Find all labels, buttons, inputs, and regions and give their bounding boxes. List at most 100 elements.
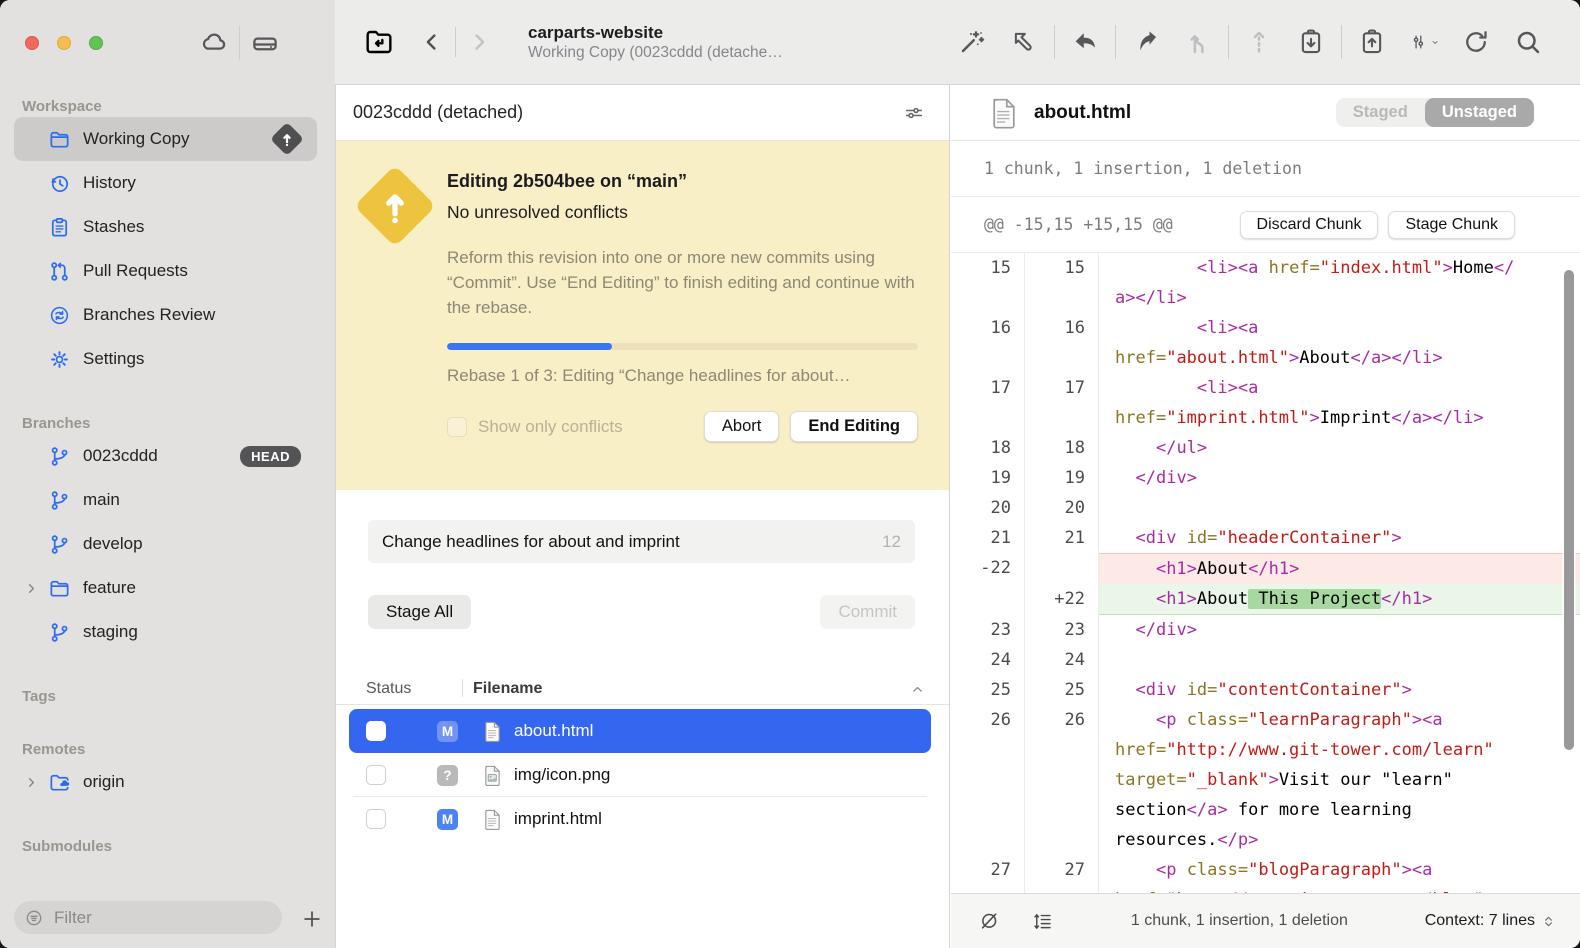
review-icon	[48, 304, 71, 327]
new-line-number: +22	[1025, 584, 1099, 615]
branch-icon	[48, 621, 71, 644]
refresh-button[interactable]	[1461, 27, 1491, 57]
forward-button[interactable]	[466, 29, 492, 55]
titlebar-sidebar-zone	[0, 0, 335, 85]
sidebar-item-staging[interactable]: staging	[14, 610, 317, 654]
pull-button[interactable]	[1070, 27, 1100, 57]
new-line-number: 16	[1025, 313, 1099, 373]
old-line-number: 26	[951, 705, 1025, 855]
section-title-workspace: Workspace	[0, 97, 335, 117]
status-badge: ?	[437, 765, 458, 786]
rebase-description: Reform this revision into one or more ne…	[447, 245, 919, 320]
stage-checkbox[interactable]	[366, 721, 386, 741]
collapse-chevron-icon[interactable]	[910, 682, 925, 697]
sidebar-item-history[interactable]: History	[14, 161, 317, 205]
add-button[interactable]	[301, 908, 323, 930]
minimize-window-button[interactable]	[57, 36, 71, 50]
head-badge: HEAD	[240, 446, 301, 467]
image-file-icon	[483, 764, 502, 787]
new-line-number: 20	[1025, 493, 1099, 523]
titlebar-main: carparts-website Working Copy (0023cddd …	[335, 0, 1580, 85]
status-badge: M	[437, 809, 458, 830]
repo-subtitle: Working Copy (0023cddd (detache…	[528, 43, 783, 62]
scrollbar-thumb[interactable]	[1564, 270, 1574, 750]
line-spacing-icon[interactable]	[1031, 910, 1054, 933]
filename-column-header[interactable]: Filename	[473, 680, 542, 698]
code-cell: <p class="blogParagraph"><a href="http:/…	[1099, 855, 1580, 893]
view-options-icon[interactable]	[903, 102, 925, 124]
sidebar-item-label: Working Copy	[83, 129, 189, 149]
open-repository-icon[interactable]	[363, 26, 395, 58]
stash-button[interactable]	[1296, 27, 1326, 57]
tab-staged[interactable]: Staged	[1336, 98, 1425, 127]
context-stepper[interactable]: Context: 7 lines	[1425, 912, 1556, 930]
sidebar-item-label: staging	[83, 622, 138, 642]
sidebar-item-label: feature	[83, 578, 136, 598]
filter-input[interactable]	[52, 907, 252, 929]
apply-stash-button[interactable]	[1357, 27, 1387, 57]
search-button[interactable]	[1513, 27, 1543, 57]
sidebar-item-develop[interactable]: develop	[14, 522, 317, 566]
sidebar-item-0023cddd[interactable]: 0023cddd HEAD	[14, 434, 317, 478]
sidebar-item-label: 0023cddd	[83, 446, 158, 466]
sidebar-item-label: Stashes	[83, 217, 144, 237]
traffic-lights	[25, 36, 103, 50]
abort-button[interactable]: Abort	[704, 411, 779, 442]
status-column-header[interactable]: Status	[336, 680, 411, 698]
branch-icon	[48, 445, 71, 468]
stage-all-button[interactable]: Stage All	[368, 595, 471, 629]
sidebar-item-branches-review[interactable]: Branches Review	[14, 293, 317, 337]
new-line-number	[1025, 553, 1099, 584]
sidebar-item-pull-requests[interactable]: Pull Requests	[14, 249, 317, 293]
view-options-button[interactable]	[1409, 27, 1439, 57]
local-repositories-icon[interactable]	[250, 28, 280, 58]
file-icon	[990, 96, 1018, 130]
diff-line-context: 1717 <li><a href="imprint.html">Imprint<…	[951, 373, 1580, 433]
repo-name: carparts-website	[528, 22, 783, 43]
stage-chunk-button[interactable]: Stage Chunk	[1388, 211, 1515, 239]
file-row-imprint-html[interactable]: Mimprint.html	[349, 797, 931, 841]
code-cell: <h1>About</h1>	[1099, 553, 1580, 584]
sidebar-item-feature[interactable]: feature	[14, 566, 317, 610]
show-only-conflicts-label: Show only conflicts	[478, 417, 623, 437]
cloud-services-icon[interactable]	[199, 28, 229, 58]
rebase-title: Editing 2b504bee on “main”	[447, 171, 925, 192]
commit-message-input[interactable]: Change headlines for about and imprint 1…	[368, 520, 915, 563]
quick-actions-button[interactable]	[957, 27, 987, 57]
stage-checkbox[interactable]	[366, 765, 386, 785]
rebase-button	[1244, 27, 1274, 57]
old-line-number	[951, 584, 1025, 615]
commit-button[interactable]: Commit	[820, 595, 915, 629]
show-only-conflicts-checkbox[interactable]	[447, 417, 467, 437]
new-line-number: 24	[1025, 645, 1099, 675]
sidebar-item-label: Branches Review	[83, 305, 215, 325]
sidebar-item-main[interactable]: main	[14, 478, 317, 522]
rebase-progress-fill	[447, 343, 612, 350]
old-line-number: 25	[951, 675, 1025, 705]
sidebar-item-stashes[interactable]: Stashes	[14, 205, 317, 249]
diff-line-context: 1919 </div>	[951, 463, 1580, 493]
push-button[interactable]	[1131, 27, 1161, 57]
diff-line-context: 1818 </ul>	[951, 433, 1580, 463]
back-button[interactable]	[419, 29, 445, 55]
disclosure-chevron-icon[interactable]	[24, 581, 39, 596]
sidebar-item-origin[interactable]: origin	[14, 760, 317, 804]
code-cell: <li><a href="imprint.html">Imprint</a></…	[1099, 373, 1580, 433]
stage-checkbox[interactable]	[366, 809, 386, 829]
file-row-about-html[interactable]: Mabout.html	[349, 709, 931, 753]
disclosure-chevron-icon[interactable]	[24, 775, 39, 790]
new-line-number: 17	[1025, 373, 1099, 433]
close-window-button[interactable]	[25, 36, 39, 50]
folder-icon	[48, 577, 71, 600]
end-editing-button[interactable]: End Editing	[790, 411, 918, 442]
slashed-circle-icon[interactable]	[978, 910, 1001, 933]
tab-unstaged[interactable]: Unstaged	[1425, 98, 1534, 127]
zoom-window-button[interactable]	[89, 36, 103, 50]
fetch-button[interactable]	[1009, 27, 1039, 57]
discard-chunk-button[interactable]: Discard Chunk	[1240, 211, 1379, 239]
code-cell: <div id="contentContainer">	[1099, 675, 1580, 705]
sidebar-item-settings[interactable]: Settings	[14, 337, 317, 381]
file-row-img-icon-png[interactable]: ?img/icon.png	[349, 753, 931, 797]
sidebar-item-label: main	[83, 490, 120, 510]
sidebar-item-working-copy[interactable]: Working Copy	[14, 117, 317, 161]
